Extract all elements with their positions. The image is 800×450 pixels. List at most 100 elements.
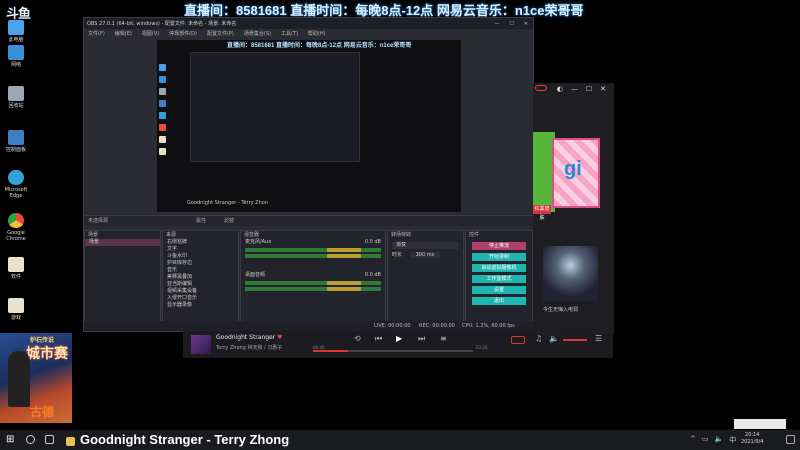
desktop-icon-edge[interactable]: Microsoft Edge (3, 170, 29, 199)
preview-desktop-strip (157, 62, 169, 202)
taskbar-now-playing: Goodnight Stranger - Terry Zhong (80, 432, 290, 447)
volume-slider[interactable] (563, 339, 587, 341)
obs-preview[interactable]: 直播间：8581681 直播时间：每晚8点-12点 网易云音乐：n1ce荣哥哥 … (157, 40, 461, 212)
skin-icon[interactable]: ◐ (557, 83, 563, 95)
volume-icon[interactable]: 🔈 (549, 334, 559, 343)
exit-button[interactable]: 退出 (472, 297, 526, 305)
playback-progress[interactable] (313, 350, 473, 352)
menu-tools[interactable]: 工具(T) (281, 30, 298, 37)
streamer-silhouette (8, 351, 30, 407)
obs-titlebar[interactable]: OBS 27.0.1 (64-bit, windows) - 配置文件: 未命名… (84, 18, 533, 29)
source-item[interactable]: 显示器录像 (163, 302, 238, 309)
desktop-icon-network[interactable]: 网络 (3, 45, 29, 68)
notification-popup[interactable] (734, 419, 786, 429)
transition-duration: 时长 300 ms (388, 252, 463, 259)
desktop-icon-recycle-bin[interactable]: 回收站 (3, 86, 29, 109)
desktop-icon-label: 回收站 (8, 103, 24, 109)
minimize-icon[interactable]: — (494, 21, 499, 27)
loop-icon[interactable]: ⟲ (354, 334, 361, 343)
studio-mode-button[interactable]: 工作室模式 (472, 275, 526, 283)
playlist-cover[interactable] (543, 246, 598, 301)
obs-window[interactable]: OBS 27.0.1 (64-bit, windows) - 配置文件: 未命名… (83, 17, 535, 332)
start-recording-button[interactable]: 开始录制 (472, 253, 526, 261)
source-item[interactable]: 美狮黑叠加 (163, 274, 238, 281)
volume-meter-desktop[interactable] (245, 281, 381, 285)
settings-button[interactable]: 设置 (472, 286, 526, 294)
lyrics-icon[interactable]: ≡ (440, 334, 447, 343)
menu-scene-collection[interactable]: 场景集合(S) (244, 30, 271, 37)
scene-item[interactable]: 场景 (85, 239, 160, 246)
menu-profile[interactable]: 配置文件(P) (207, 30, 234, 37)
notification-icon[interactable] (786, 435, 795, 444)
pink-album-card[interactable]: gi (552, 138, 600, 208)
source-item[interactable]: 入侵开口音乐 (163, 295, 238, 302)
filters-button[interactable]: 滤镜 (224, 216, 234, 226)
channel-db: 0.0 dB (364, 239, 381, 245)
cam-event: 城市赛 (26, 345, 68, 361)
playlist-icon[interactable]: ☰ (595, 334, 602, 343)
desktop-icon-software[interactable]: 软件 (3, 257, 29, 280)
folder-icon (8, 298, 24, 313)
heart-icon[interactable]: ♥ (277, 334, 282, 341)
playlist-caption[interactable]: 今生无悔入电洞 (543, 306, 578, 313)
close-icon[interactable]: ✕ (600, 83, 606, 95)
scenes-dock-title: 场景 (88, 232, 99, 238)
context-label: 未选择源 (88, 218, 109, 224)
chevron-up-icon[interactable]: ^ (690, 435, 696, 445)
source-item[interactable]: 右侧铭牌 (163, 239, 238, 246)
clock[interactable]: 20:14 2021/9/4 (741, 432, 763, 446)
vip-badge[interactable] (535, 85, 547, 91)
stop-stream-button[interactable]: 停止推流 (472, 242, 526, 250)
duration-label: 时长 (392, 252, 403, 258)
context-bar: 未选择源 属性 滤镜 (84, 215, 535, 226)
hq-badge[interactable] (511, 336, 525, 344)
maximize-icon[interactable]: ☐ (586, 83, 592, 95)
desktop-icon-label: 控制面板 (5, 147, 26, 153)
desktop-icon-control-panel[interactable]: 控制面板 (3, 130, 29, 153)
windows-start-icon[interactable]: ⊞ (6, 435, 16, 445)
virtual-camera-button[interactable]: 启动虚拟摄像机 (472, 264, 526, 272)
source-item[interactable]: 斗鱼水印 (163, 253, 238, 260)
task-view-icon[interactable] (45, 435, 54, 444)
next-icon[interactable]: ⏭ (418, 334, 425, 344)
volume-icon[interactable]: 🔈 (715, 435, 724, 445)
sound-effect-icon[interactable]: ♫ (535, 334, 542, 343)
minimize-icon[interactable]: — (571, 83, 578, 95)
duration-input[interactable]: 300 ms (409, 252, 441, 258)
desktop-icon-label: 此电脑 (8, 37, 24, 43)
menu-docks[interactable]: 停靠部件(D) (169, 30, 197, 37)
mixer-channel-mic: 麦克风/Aux 0.0 dB (241, 239, 385, 246)
source-item[interactable]: 视频采集设备 (163, 288, 238, 295)
ime-icon[interactable]: 中 (729, 435, 736, 445)
transition-select[interactable]: 渐变 (392, 242, 459, 249)
volume-meter-mic[interactable] (245, 248, 381, 252)
previous-icon[interactable]: ⏮ (375, 334, 382, 344)
menu-help[interactable]: 帮助(H) (308, 30, 326, 37)
now-playing-title: Goodnight Stranger ♥ (216, 334, 283, 341)
maximize-icon[interactable]: ☐ (509, 21, 513, 27)
menu-view[interactable]: 视图(V) (142, 30, 159, 37)
nested-preview (190, 52, 360, 162)
desktop-icon-this-pc[interactable]: 此电脑 (3, 20, 29, 43)
search-icon[interactable] (26, 435, 35, 444)
desktop-icon-games[interactable]: 游戏 (3, 298, 29, 321)
play-icon[interactable]: ▶ (396, 334, 402, 343)
live-status: LIVE: 00:00:00 (374, 323, 411, 329)
channel-name: 麦克风/Aux (245, 239, 272, 245)
properties-button[interactable]: 属性 (196, 216, 206, 226)
network-icon[interactable]: ▭ (702, 435, 709, 445)
transitions-dock: 转场特效 渐变 时长 300 ms (387, 230, 464, 322)
douyu-logo: 斗鱼 (6, 7, 31, 22)
source-item[interactable]: 亚当斯编辑 (163, 281, 238, 288)
album-art[interactable] (191, 335, 211, 354)
source-item[interactable]: 文字 (163, 246, 238, 253)
explorer-icon[interactable] (66, 437, 75, 446)
source-item[interactable]: 护目库存边 (163, 260, 238, 267)
close-icon[interactable]: ✕ (524, 21, 528, 27)
menu-file[interactable]: 文件(F) (88, 30, 105, 37)
preview-caption: Goodnight Stranger - Terry Zhon (187, 200, 269, 206)
desktop-icon-chrome[interactable]: Google Chrome (3, 213, 29, 242)
source-item[interactable]: 音乐 (163, 267, 238, 274)
menu-edit[interactable]: 编辑(E) (115, 30, 132, 37)
network-icon (8, 45, 24, 60)
